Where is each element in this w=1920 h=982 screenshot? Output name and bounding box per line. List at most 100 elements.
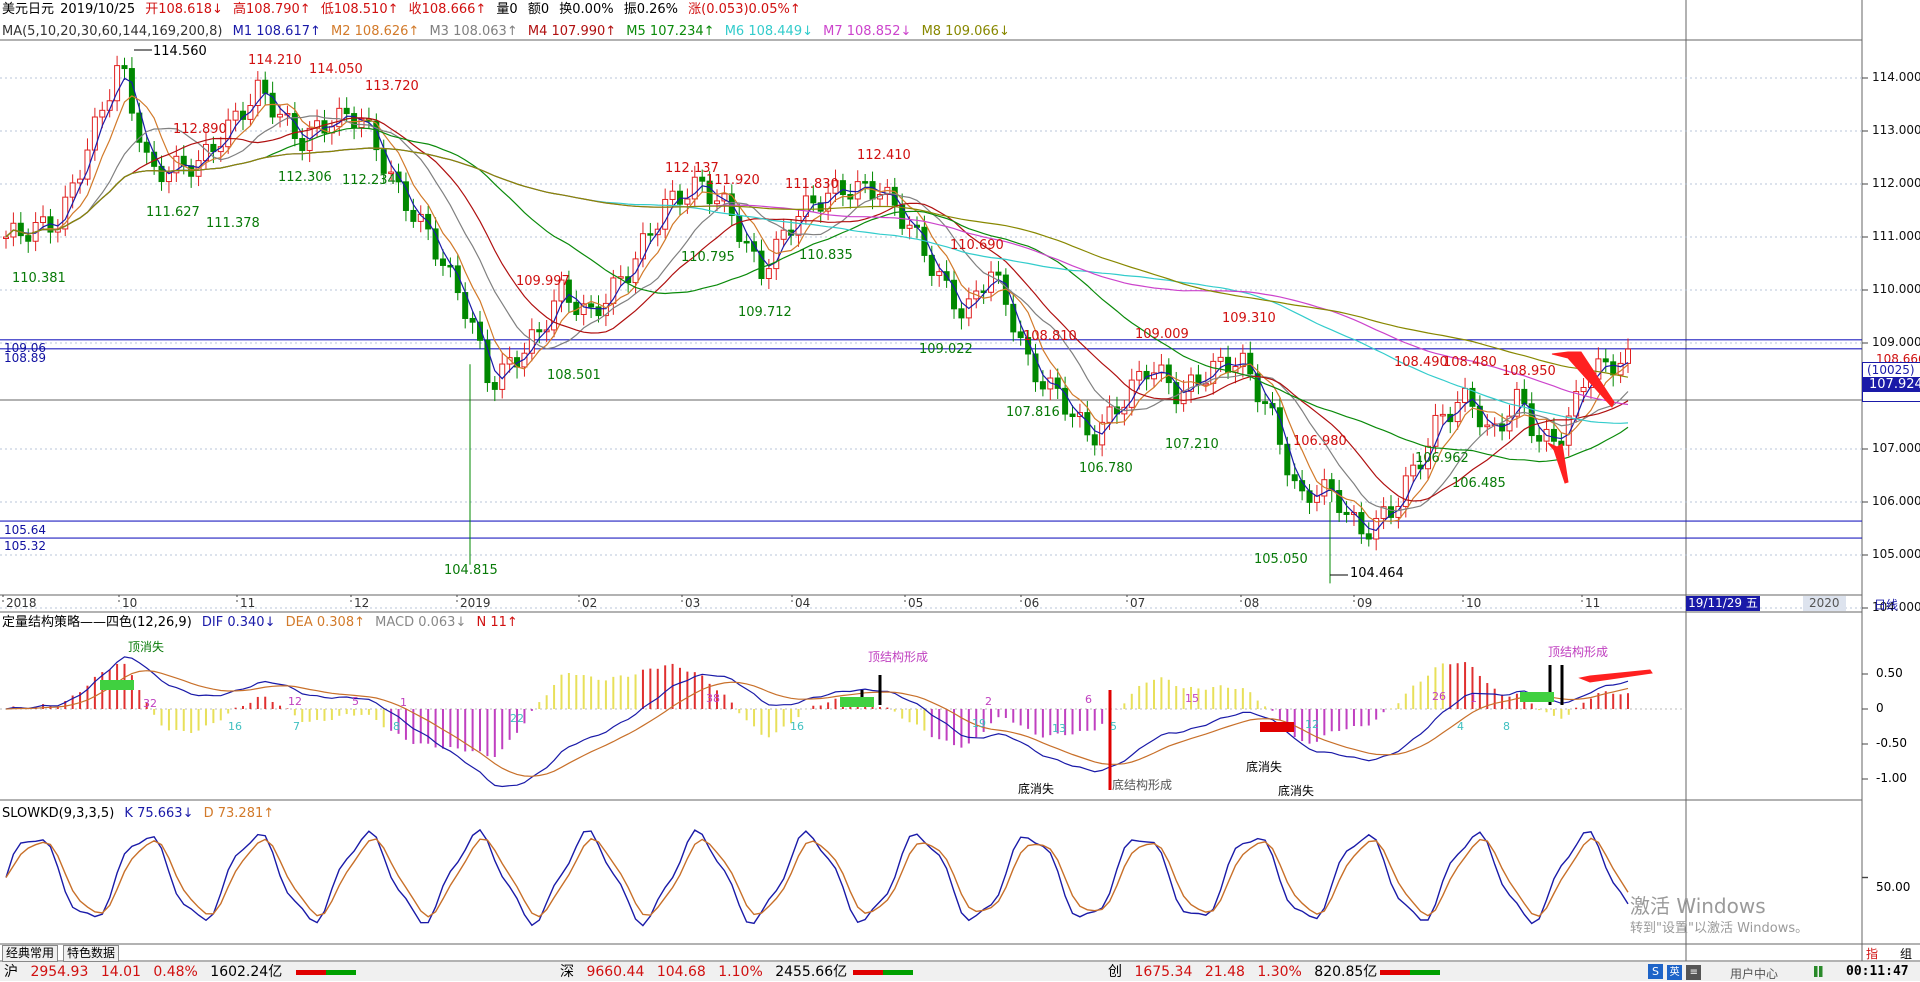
ying-icon[interactable]: 英 xyxy=(1667,965,1683,980)
windows-watermark-title: 激活 Windows xyxy=(1630,894,1766,918)
candle-body xyxy=(439,258,446,266)
macd-annotation: 顶结构形成 xyxy=(1548,645,1609,659)
macd-annotation: 顶消失 xyxy=(128,640,165,654)
candle-body xyxy=(491,382,498,390)
kd-title[interactable]: SLOWKD(9,3,3,5) xyxy=(2,806,114,821)
macd-count: 13 xyxy=(1052,722,1066,735)
price-extreme-label: 112.410 xyxy=(857,148,911,163)
d-line xyxy=(5,837,1629,918)
price-extreme-label: 107.816 xyxy=(1006,405,1060,420)
macd-tick-label: -0.50 xyxy=(1876,736,1908,750)
cy-name: 创 xyxy=(1108,964,1122,980)
status-cy[interactable]: 创 1675.34 21.48 1.30% 820.85亿 xyxy=(1108,963,1385,981)
chart-frame xyxy=(0,0,1920,962)
candle-body xyxy=(1462,387,1469,404)
year-right-label: 2020 xyxy=(1803,596,1846,611)
candle-body xyxy=(995,271,1002,276)
candle-body xyxy=(1069,413,1076,418)
sh-index: 2954.93 xyxy=(30,964,89,980)
price-extreme-label: 112.234 xyxy=(342,173,396,188)
price-extreme-label: 108.950 xyxy=(1502,364,1556,379)
price-tick-label: 110.000 xyxy=(1872,282,1920,296)
cy-pct: 1.30% xyxy=(1257,964,1302,980)
price-tick-label: 109.000 xyxy=(1872,335,1920,349)
time-label: 08 xyxy=(1244,596,1260,610)
menu-icon[interactable]: ≡ xyxy=(1686,965,1702,980)
tab-feature-data[interactable]: 特色数据 xyxy=(63,945,120,962)
price-extreme-label: 109.022 xyxy=(919,342,973,357)
right-tab-index[interactable]: 指 xyxy=(1866,945,1878,962)
candle-body xyxy=(862,181,869,184)
dea-line xyxy=(5,670,1629,777)
macd-count: 12 xyxy=(288,695,302,708)
candle-body xyxy=(899,204,906,229)
sz-amount: 2455.66亿 xyxy=(775,964,848,980)
candle-body xyxy=(1499,423,1506,432)
macd-tick-label: 0.50 xyxy=(1876,666,1903,680)
sh-name: 沪 xyxy=(4,964,18,980)
right-tab-group[interactable]: 组 xyxy=(1900,945,1912,962)
candle-body xyxy=(3,236,9,239)
price-extreme-label: 108.810 xyxy=(1023,329,1077,344)
time-label: 11 xyxy=(240,596,256,610)
price-tick-label: 105.000 xyxy=(1872,547,1920,561)
arrow-3 xyxy=(1578,669,1653,683)
hline-label-3: 105.64 xyxy=(4,523,46,537)
macd-count: 8 xyxy=(393,720,400,733)
macd-count: 1 xyxy=(400,696,407,709)
macd-title[interactable]: 定量结构策略——四色(12,26,9) xyxy=(2,615,192,630)
macd-n: N 11↑ xyxy=(476,615,518,630)
price-box-code: (10025) xyxy=(1867,363,1915,377)
candle-body xyxy=(128,68,135,114)
candle-body xyxy=(1136,370,1143,381)
candle-body xyxy=(1217,356,1224,362)
candle-body xyxy=(958,308,965,319)
candle-body xyxy=(536,329,543,333)
candle-body xyxy=(906,224,913,229)
price-tick-label: 106.000 xyxy=(1872,494,1920,508)
candle-body xyxy=(936,271,943,276)
price-tick-label: 114.000 xyxy=(1872,70,1920,84)
candle-body xyxy=(1410,464,1417,477)
chart-canvas[interactable] xyxy=(0,0,1920,981)
macd-count: 32 xyxy=(143,697,157,710)
price-extreme-label: 114.210 xyxy=(248,53,302,68)
cursor-date: 19/11/29 五 xyxy=(1686,596,1760,611)
price-extreme-label: 110.690 xyxy=(950,238,1004,253)
candle-body xyxy=(1180,390,1187,405)
candle-body xyxy=(469,317,476,323)
candlesticks xyxy=(3,55,1631,584)
candle-body xyxy=(684,198,691,205)
price-extreme-label: 109.997 xyxy=(516,274,570,289)
price-extreme-label: 114.050 xyxy=(309,62,363,77)
candle-body xyxy=(143,141,150,153)
candle-body xyxy=(1536,435,1543,442)
kd-d: D 73.281↑ xyxy=(203,806,275,821)
candle-body xyxy=(410,209,417,222)
candle-body xyxy=(1358,512,1365,535)
period-label[interactable]: 日线 xyxy=(1874,596,1898,613)
structure-highlight xyxy=(1520,692,1554,702)
candle-body xyxy=(780,229,787,240)
tab-classic[interactable]: 经典常用 xyxy=(2,945,59,962)
dif-line xyxy=(5,656,1629,788)
macd-count: 38 xyxy=(706,692,720,705)
ma-line-m3 xyxy=(5,115,1629,512)
candle-body xyxy=(1602,358,1609,363)
s-icon[interactable]: S xyxy=(1648,964,1663,979)
price-extreme-label: 111.830 xyxy=(785,177,839,192)
price-extreme-label: 109.009 xyxy=(1135,327,1189,342)
status-icons[interactable]: S 英 ≡ xyxy=(1648,964,1702,980)
hline-label-4: 105.32 xyxy=(4,539,46,553)
candle-body xyxy=(1521,388,1528,405)
candle-body xyxy=(351,113,358,129)
price-tick-label: 111.000 xyxy=(1872,229,1920,243)
user-center[interactable]: 用户中心 xyxy=(1730,965,1778,982)
macd-dif: DIF 0.340↓ xyxy=(201,615,276,630)
time-label: 06 xyxy=(1024,596,1040,610)
status-sz[interactable]: 深 9660.44 104.68 1.10% 2455.66亿 xyxy=(560,963,855,981)
status-sh[interactable]: 沪 2954.93 14.01 0.48% 1602.24亿 xyxy=(4,963,290,981)
candle-body xyxy=(262,79,269,94)
time-label: 09 xyxy=(1357,596,1373,610)
price-box: (10025) 107.924 xyxy=(1862,362,1920,402)
